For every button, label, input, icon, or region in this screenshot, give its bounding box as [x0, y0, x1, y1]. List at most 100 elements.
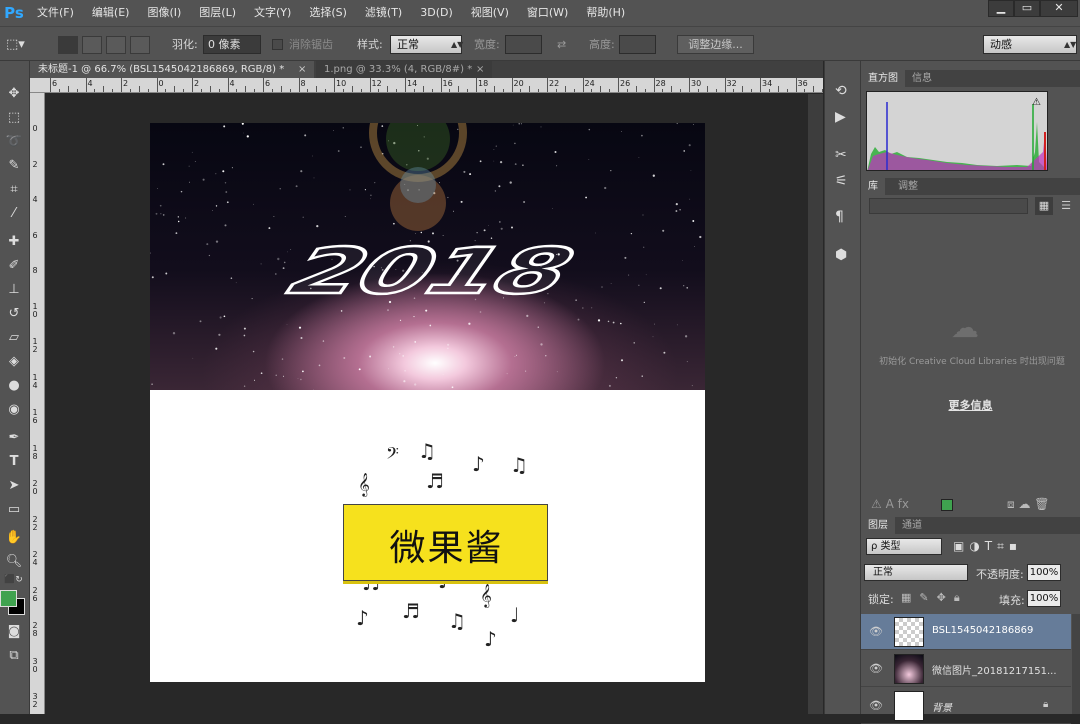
- menu-help[interactable]: 帮助(H): [577, 0, 634, 26]
- menu-file[interactable]: 文件(F): [28, 0, 83, 26]
- tab-untitled-1[interactable]: 未标题-1 @ 66.7% (BSL1545042186869, RGB/8) …: [30, 61, 314, 78]
- hand-tool-icon[interactable]: ✋: [2, 527, 26, 549]
- grid-view-icon[interactable]: ▦: [1035, 197, 1053, 215]
- blend-mode-select[interactable]: 正常: [864, 564, 968, 581]
- paint-bucket-tool-icon[interactable]: ◈: [2, 351, 26, 373]
- blur-tool-icon[interactable]: ●: [2, 375, 26, 397]
- layer-row[interactable]: 👁︎ 微信图片_20181217151...: [861, 651, 1071, 687]
- histogram-warning-icon[interactable]: ⚠: [1032, 97, 1041, 108]
- star-dot: [498, 185, 501, 188]
- star-dot: [202, 178, 205, 181]
- menu-edit[interactable]: 编辑(E): [83, 0, 139, 26]
- history-icon[interactable]: ⟲: [835, 83, 847, 99]
- lock-icons[interactable]: ▦✎✥🔒︎: [901, 591, 968, 605]
- screen-mode-icon[interactable]: ⧉: [2, 645, 26, 667]
- layer-row[interactable]: 👁︎ 背景 🔒︎: [861, 688, 1071, 724]
- tab-info[interactable]: 信息: [905, 70, 939, 87]
- tool-presets-icon[interactable]: ⚟: [835, 173, 848, 189]
- crop-tool-icon[interactable]: ⌗: [2, 179, 26, 201]
- new-selection-mode-button[interactable]: [58, 36, 78, 54]
- refine-edge-button[interactable]: 调整边缘...: [677, 35, 754, 54]
- tab-layers[interactable]: 图层: [861, 517, 895, 534]
- eyedropper-tool-icon[interactable]: ⁄: [2, 203, 26, 225]
- rectangular-marquee-tool-icon[interactable]: ⬚: [2, 107, 26, 129]
- menu-3d[interactable]: 3D(D): [411, 0, 462, 26]
- antialias-checkbox[interactable]: [272, 39, 283, 50]
- subtract-selection-mode-button[interactable]: [106, 36, 126, 54]
- menu-layer[interactable]: 图层(L): [190, 0, 245, 26]
- star-dot: [633, 342, 635, 344]
- quick-mask-icon[interactable]: ◙: [2, 621, 26, 643]
- layers-scrollbar[interactable]: [1072, 614, 1080, 714]
- actions-play-icon[interactable]: ▶: [835, 109, 846, 125]
- vertical-scrollbar[interactable]: [808, 94, 823, 714]
- workspace-select[interactable]: 动感: [983, 35, 1077, 54]
- tab-histogram[interactable]: 直方图: [861, 70, 905, 87]
- layer-filter-select[interactable]: ρ 类型: [866, 538, 942, 555]
- add-selection-mode-button[interactable]: [82, 36, 102, 54]
- layer-filter-icons[interactable]: ▣◑T⌗▪: [953, 539, 1022, 554]
- tab-adjustments[interactable]: 调整: [891, 178, 925, 195]
- healing-brush-tool-icon[interactable]: ✚: [2, 231, 26, 253]
- marquee-tool-preset-icon[interactable]: ⬚▾: [6, 36, 25, 54]
- tab-close-icon[interactable]: ×: [298, 61, 306, 78]
- tab-library[interactable]: 库: [861, 178, 885, 195]
- type-tool-icon[interactable]: T: [2, 451, 26, 473]
- swap-colors-icon[interactable]: ⬛↻: [4, 575, 23, 585]
- list-view-icon[interactable]: ☰: [1057, 197, 1075, 215]
- menu-type[interactable]: 文字(Y): [245, 0, 300, 26]
- menu-filter[interactable]: 滤镜(T): [356, 0, 411, 26]
- star-dot: [676, 123, 678, 125]
- close-window-button[interactable]: ✕: [1040, 0, 1078, 17]
- zoom-tool-icon[interactable]: 🔍︎: [2, 551, 26, 573]
- menu-window[interactable]: 窗口(W): [518, 0, 577, 26]
- intersect-selection-mode-button[interactable]: [130, 36, 150, 54]
- clone-stamp-tool-icon[interactable]: ⊥: [2, 279, 26, 301]
- minimize-button[interactable]: ▁: [988, 0, 1014, 17]
- fill-input[interactable]: 100%: [1027, 590, 1061, 607]
- quick-selection-tool-icon[interactable]: ✎: [2, 155, 26, 177]
- character-panel-icon[interactable]: ¶: [835, 209, 844, 225]
- star-dot: [369, 355, 372, 358]
- eraser-tool-icon[interactable]: ▱: [2, 327, 26, 349]
- swap-width-height-icon[interactable]: ⇄: [557, 36, 566, 54]
- path-selection-tool-icon[interactable]: ➤: [2, 475, 26, 497]
- star-dot: [194, 160, 196, 162]
- 3d-panel-icon[interactable]: ⬢: [835, 247, 847, 263]
- rectangle-tool-icon[interactable]: ▭: [2, 499, 26, 521]
- star-dot: [537, 326, 540, 328]
- feather-input[interactable]: 0 像素: [203, 35, 261, 54]
- star-dot: [273, 216, 275, 217]
- layer-row[interactable]: 👁︎ BSL1545042186869: [861, 614, 1071, 650]
- more-info-link[interactable]: 更多信息: [861, 397, 1080, 413]
- menu-view[interactable]: 视图(V): [462, 0, 518, 26]
- visibility-eye-icon[interactable]: 👁︎: [869, 625, 883, 638]
- panel-icon-strip: ⟲ ▶ ✂ ⚟ ¶ ⬢: [824, 61, 861, 714]
- tab-1-png[interactable]: 1.png @ 33.3% (4, RGB/8#) * ×: [316, 61, 492, 78]
- height-input[interactable]: [619, 35, 656, 54]
- width-input[interactable]: [505, 35, 542, 54]
- brush-presets-icon[interactable]: ✂: [835, 147, 847, 163]
- ruler-label: 28: [32, 621, 38, 638]
- star-dot: [253, 203, 254, 205]
- library-color-swatch[interactable]: [941, 499, 953, 511]
- history-brush-tool-icon[interactable]: ↺: [2, 303, 26, 325]
- brush-tool-icon[interactable]: ✐: [2, 255, 26, 277]
- menu-image[interactable]: 图像(I): [138, 0, 190, 26]
- tab-close-icon[interactable]: ×: [476, 61, 484, 78]
- menu-select[interactable]: 选择(S): [300, 0, 356, 26]
- visibility-eye-icon[interactable]: 👁︎: [869, 662, 883, 675]
- star-dot: [699, 235, 702, 239]
- dodge-tool-icon[interactable]: ◉: [2, 399, 26, 421]
- library-footer-right-icons[interactable]: ⧈ ☁ 🗑︎: [1007, 497, 1050, 512]
- library-select[interactable]: [869, 198, 1028, 214]
- move-tool-icon[interactable]: ✥: [2, 83, 26, 105]
- pen-tool-icon[interactable]: ✒: [2, 427, 26, 449]
- document-canvas[interactable]: 2018 𝄞 𝄢 ♫ ♪ ♫ ♬ ♪ ♬ ♫ 𝄞 ♩ ♬ ♪ ♪ 微果酱: [150, 123, 705, 682]
- visibility-eye-icon[interactable]: 👁︎: [869, 699, 883, 712]
- maximize-button[interactable]: ▭: [1014, 0, 1040, 17]
- lasso-tool-icon[interactable]: ➰: [2, 131, 26, 153]
- foreground-color-swatch[interactable]: [0, 590, 17, 607]
- opacity-input[interactable]: 100%: [1027, 564, 1061, 581]
- tab-channels[interactable]: 通道: [895, 517, 929, 534]
